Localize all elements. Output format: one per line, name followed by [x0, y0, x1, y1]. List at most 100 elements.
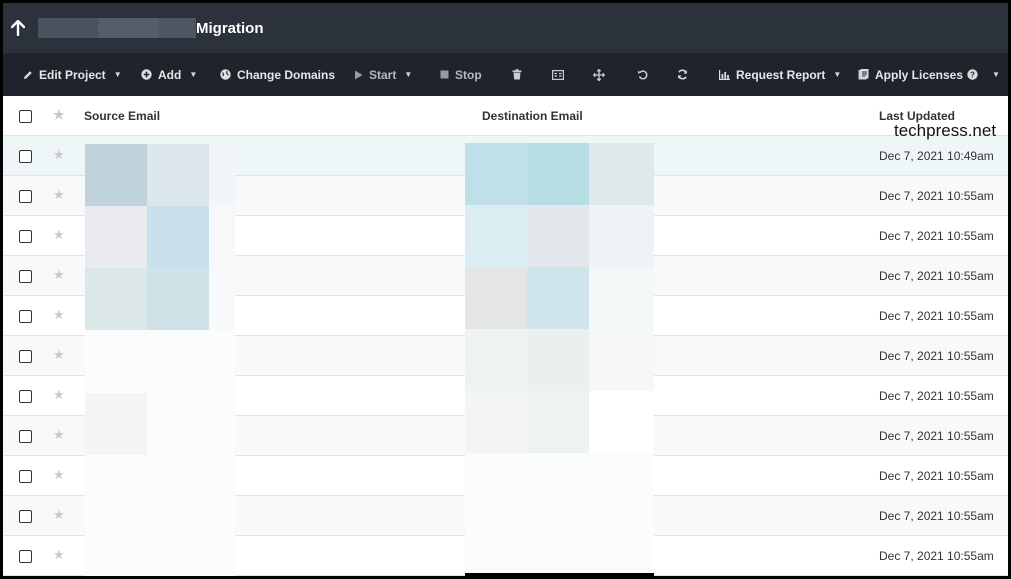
project-header: Migration [3, 3, 1008, 53]
move-icon [593, 68, 605, 81]
request-report-button[interactable]: Request Report ▼ [719, 53, 841, 96]
redaction-block [527, 205, 589, 267]
redacted-project-name [38, 18, 196, 38]
row-checkbox[interactable] [19, 150, 32, 163]
star-icon[interactable]: ★ [53, 427, 65, 443]
redaction-block [85, 206, 147, 268]
move-button[interactable] [593, 53, 611, 96]
stop-icon [440, 70, 449, 79]
redaction-block [147, 268, 209, 330]
redaction-block [589, 391, 654, 453]
change-domains-button[interactable]: Change Domains [220, 53, 335, 96]
row-checkbox[interactable] [19, 350, 32, 363]
redaction-block [527, 329, 589, 391]
redaction-block [209, 268, 235, 330]
redaction-block [147, 144, 209, 206]
row-checkbox[interactable] [19, 230, 32, 243]
help-circle-icon[interactable]: ? [967, 69, 978, 80]
watermark: techpress.net [894, 121, 997, 140]
request-report-label: Request Report [736, 67, 826, 82]
add-button[interactable]: Add ▼ [141, 53, 197, 96]
delete-button[interactable] [512, 53, 528, 96]
star-icon[interactable]: ★ [53, 547, 65, 563]
start-label: Start [369, 67, 397, 82]
star-icon[interactable]: ★ [53, 307, 65, 323]
add-label: Add [158, 67, 182, 82]
refresh-button[interactable] [677, 53, 694, 96]
apply-licenses-button[interactable]: Apply Licenses ? ▼ [858, 53, 1000, 96]
last-updated-cell: Dec 7, 2021 10:55am [879, 549, 994, 563]
star-icon[interactable]: ★ [53, 507, 65, 523]
star-icon[interactable]: ★ [53, 147, 65, 163]
chevron-down-icon: ▼ [404, 70, 413, 79]
redaction-block [589, 267, 654, 329]
last-updated-cell: Dec 7, 2021 10:55am [879, 229, 994, 243]
plus-circle-icon [141, 69, 152, 80]
last-updated-cell: Dec 7, 2021 10:55am [879, 349, 994, 363]
redaction-block [527, 267, 589, 329]
undo-button[interactable] [637, 53, 654, 96]
redaction-block [465, 267, 527, 329]
redaction-block [85, 268, 147, 330]
redaction-block [465, 143, 527, 205]
row-checkbox[interactable] [19, 190, 32, 203]
redaction-block [589, 143, 654, 205]
start-button[interactable]: Start ▼ [354, 53, 412, 96]
redaction-block [465, 329, 527, 391]
last-updated-cell: Dec 7, 2021 10:55am [879, 509, 994, 523]
toolbar: Edit Project ▼ Add ▼ Change Domains Star… [3, 53, 1008, 96]
row-checkbox[interactable] [19, 310, 32, 323]
svg-text:?: ? [970, 71, 975, 80]
edit-project-label: Edit Project [39, 67, 106, 82]
columns-button[interactable] [552, 53, 570, 96]
column-header-destination-email[interactable]: Destination Email [482, 96, 583, 136]
select-all-checkbox[interactable] [19, 110, 32, 123]
last-updated-cell: Dec 7, 2021 10:55am [879, 269, 994, 283]
star-icon[interactable]: ★ [53, 227, 65, 243]
star-icon[interactable]: ★ [53, 467, 65, 483]
redaction-block [209, 144, 235, 206]
redaction-block [465, 391, 527, 453]
redaction-block [527, 391, 589, 453]
app-window: Migration Edit Project ▼ Add ▼ Change Do… [3, 3, 1008, 576]
chevron-down-icon: ▼ [113, 70, 122, 79]
row-checkbox[interactable] [19, 270, 32, 283]
star-icon[interactable]: ★ [53, 187, 65, 203]
star-icon[interactable]: ★ [53, 267, 65, 283]
redaction-block [589, 329, 654, 391]
apply-licenses-label: Apply Licenses [875, 67, 964, 82]
last-updated-cell: Dec 7, 2021 10:55am [879, 429, 994, 443]
pencil-icon [23, 70, 33, 80]
last-updated-cell: Dec 7, 2021 10:55am [879, 189, 994, 203]
trash-icon [512, 69, 522, 80]
redaction-block [589, 205, 654, 267]
redaction-block [85, 393, 147, 455]
stop-label: Stop [455, 67, 482, 82]
last-updated-cell: Dec 7, 2021 10:55am [879, 469, 994, 483]
row-checkbox[interactable] [19, 550, 32, 563]
star-icon[interactable]: ★ [53, 347, 65, 363]
change-domains-label: Change Domains [237, 67, 336, 82]
star-icon[interactable]: ★ [53, 107, 65, 123]
stop-button[interactable]: Stop [440, 53, 482, 96]
undo-icon [637, 69, 648, 80]
column-header-source-email[interactable]: Source Email [84, 96, 160, 136]
row-checkbox[interactable] [19, 470, 32, 483]
table-header: ★ Source Email Destination Email Last Up… [3, 96, 1008, 136]
edit-project-button[interactable]: Edit Project ▼ [23, 53, 122, 96]
play-icon [354, 70, 363, 80]
row-checkbox[interactable] [19, 510, 32, 523]
redaction-block [85, 144, 147, 206]
redaction-block [147, 206, 209, 268]
redaction-block [465, 205, 527, 267]
row-checkbox[interactable] [19, 430, 32, 443]
up-arrow-icon[interactable] [7, 20, 29, 36]
refresh-icon [677, 69, 688, 80]
chevron-down-icon: ▼ [992, 70, 1000, 79]
redaction-block [465, 453, 654, 576]
star-icon[interactable]: ★ [53, 387, 65, 403]
redaction-edge [465, 573, 654, 576]
row-checkbox[interactable] [19, 390, 32, 403]
redaction-block [209, 206, 235, 268]
redaction-block [527, 143, 589, 205]
